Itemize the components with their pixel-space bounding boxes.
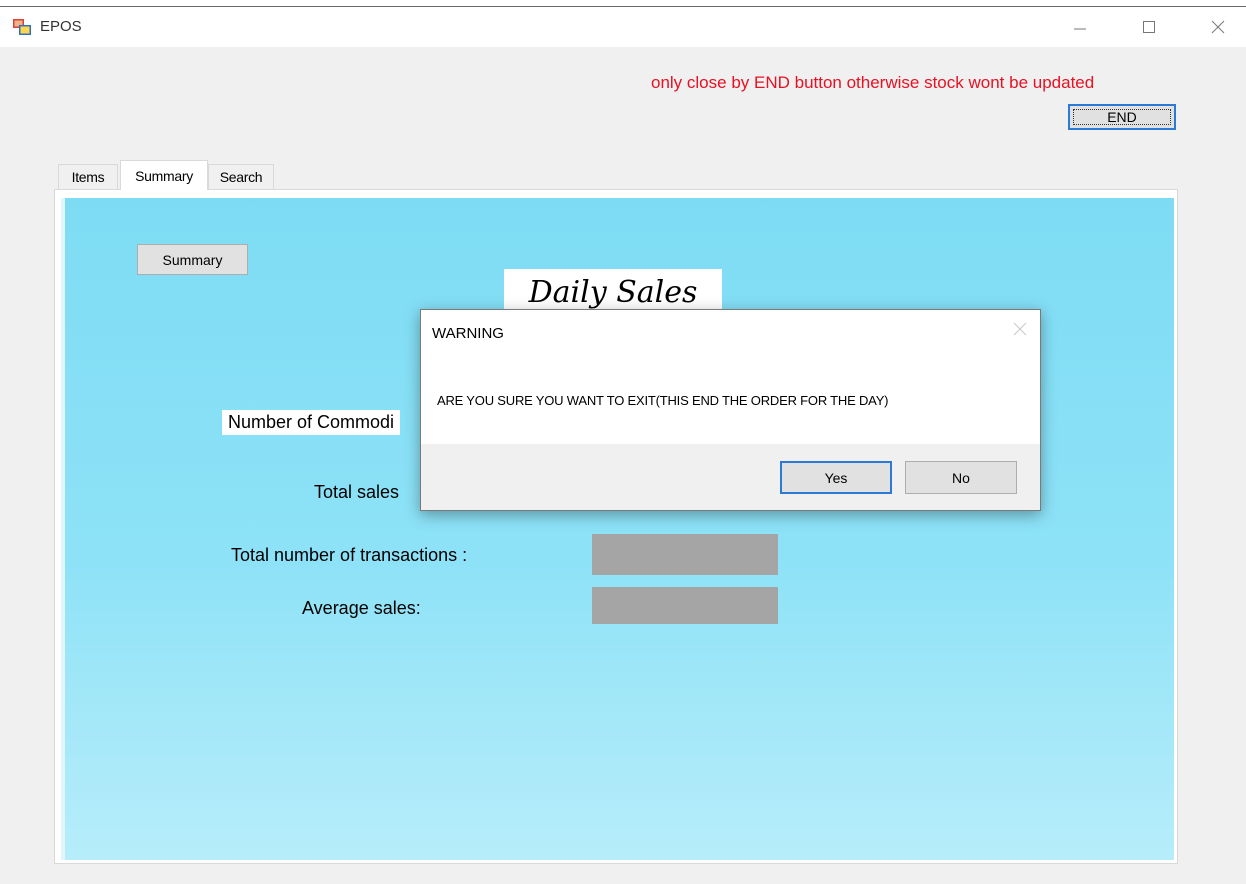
tab-items[interactable]: Items <box>58 164 118 189</box>
maximize-button[interactable] <box>1126 7 1172 47</box>
minimize-button[interactable] <box>1057 7 1103 47</box>
tab-summary[interactable]: Summary <box>120 160 208 190</box>
no-button[interactable]: No <box>905 461 1017 494</box>
close-button[interactable] <box>1195 7 1241 47</box>
average-sales-value-box <box>592 587 778 624</box>
commodities-label: Number of Commodi <box>222 410 401 435</box>
summary-button[interactable]: Summary <box>137 244 248 275</box>
stock-warning-text: only close by END button otherwise stock… <box>651 73 1095 92</box>
maximize-icon <box>1143 21 1155 33</box>
tab-search[interactable]: Search <box>208 164 274 189</box>
warning-dialog: WARNING ARE YOU SURE YOU WANT TO EXIT(TH… <box>420 309 1041 511</box>
app-icon <box>13 19 31 35</box>
average-sales-label: Average sales: <box>302 598 421 618</box>
transactions-value-box <box>592 534 778 575</box>
window-title: EPOS <box>40 18 82 35</box>
dialog-title: WARNING <box>432 325 504 342</box>
total-sales-label: Total sales <box>314 482 400 502</box>
title-bar: EPOS <box>0 7 1246 47</box>
yes-button[interactable]: Yes <box>780 461 892 494</box>
transactions-label: Total number of transactions : <box>231 545 468 565</box>
top-edge <box>0 0 1246 7</box>
end-button[interactable]: END <box>1068 104 1176 130</box>
dialog-footer: Yes No <box>421 444 1040 510</box>
dialog-message: ARE YOU SURE YOU WANT TO EXIT(THIS END T… <box>437 393 889 408</box>
dialog-close-icon[interactable] <box>1010 319 1030 339</box>
close-icon <box>1211 20 1225 34</box>
minimize-icon <box>1074 28 1086 30</box>
